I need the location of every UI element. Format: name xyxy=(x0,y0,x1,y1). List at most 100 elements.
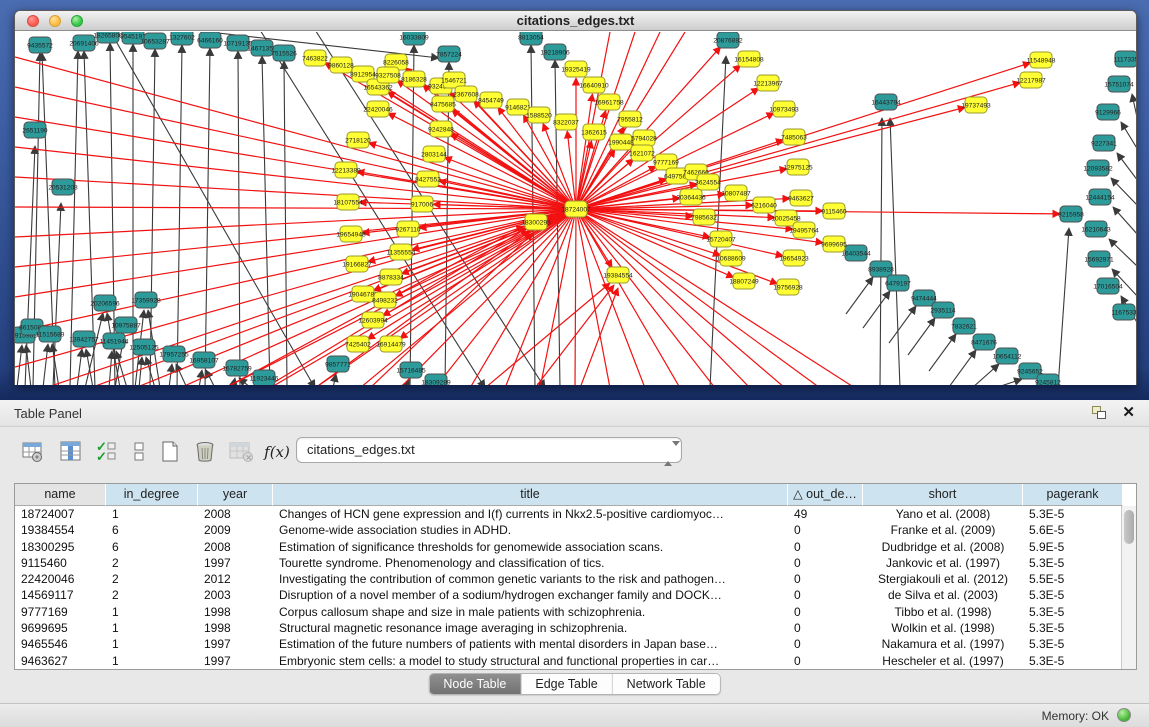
graph-node[interactable]: 16033809 xyxy=(399,32,429,45)
graph-node[interactable]: 2367608 xyxy=(453,86,479,102)
graph-node[interactable]: 7857224 xyxy=(436,46,462,62)
graph-node[interactable]: 2803144 xyxy=(421,146,447,162)
graph-node[interactable]: 16914479 xyxy=(376,336,406,352)
table-row[interactable]: 2242004622012Investigating the contribut… xyxy=(15,571,1136,587)
graph-node[interactable]: 3624554 xyxy=(695,174,721,190)
graph-node[interactable]: 12975125 xyxy=(783,159,813,175)
graph-node[interactable]: 6466160 xyxy=(197,32,223,48)
table-row[interactable]: 1830029562008Estimation of significance … xyxy=(15,539,1136,555)
graph-node[interactable]: 1117335 xyxy=(1114,51,1136,67)
graph-node[interactable]: 19654923 xyxy=(779,250,809,266)
graph-node[interactable]: 1621072 xyxy=(629,145,655,161)
graph-node[interactable]: 20876882 xyxy=(713,32,743,48)
graph-node[interactable]: 20364436 xyxy=(676,189,706,205)
graph-node[interactable]: 17957255 xyxy=(159,346,189,362)
column-header-short[interactable]: short xyxy=(863,484,1023,506)
graph-node[interactable]: 9463627 xyxy=(788,190,814,206)
graph-node[interactable]: 1167533 xyxy=(1111,304,1136,320)
graph-node[interactable]: 13942757 xyxy=(69,331,99,347)
graph-node[interactable]: 9435572 xyxy=(27,37,53,53)
select-rows-icon[interactable]: ✓✓ xyxy=(92,436,122,468)
graph-node[interactable]: 19495764 xyxy=(789,222,819,238)
graph-node[interactable]: 5794028 xyxy=(631,130,657,146)
graph-node[interactable]: 10973493 xyxy=(769,101,799,117)
graph-node[interactable]: 15720407 xyxy=(706,231,736,247)
table-row[interactable]: 969969511998Structural magnetic resonanc… xyxy=(15,620,1136,636)
graph-node[interactable]: 16154808 xyxy=(734,51,764,67)
graph-node[interactable]: 16782759 xyxy=(222,360,252,376)
graph-node[interactable]: 12217987 xyxy=(1016,72,1046,88)
graph-node[interactable]: 19756928 xyxy=(773,279,803,295)
graph-node[interactable]: 8186328 xyxy=(401,71,427,87)
table-row[interactable]: 946362711997Embryonic stem cells: a mode… xyxy=(15,653,1136,669)
graph-node[interactable]: 2935114 xyxy=(930,302,956,318)
graph-node[interactable]: 12093582 xyxy=(1083,160,1113,176)
graph-node[interactable]: 10807487 xyxy=(721,185,751,201)
graph-node[interactable]: 12213389 xyxy=(331,162,361,178)
graph-node[interactable]: 7955812 xyxy=(617,111,643,127)
table-row[interactable]: 911546021997Tourette syndrome. Phenomeno… xyxy=(15,555,1136,571)
graph-node[interactable]: 7832621 xyxy=(951,318,977,334)
graph-node[interactable]: 11355554 xyxy=(387,244,416,260)
graph-node[interactable]: 7463822 xyxy=(302,50,328,66)
graph-node[interactable]: 12444154 xyxy=(1085,189,1115,205)
graph-node[interactable]: 9699695 xyxy=(821,236,847,252)
network-canvas[interactable]: 9435572206914061826580095451911065328713… xyxy=(15,32,1136,385)
graph-node[interactable]: 1588520 xyxy=(526,107,552,123)
graph-node[interactable]: 8498232 xyxy=(372,292,398,308)
graph-node[interactable]: 8454749 xyxy=(478,92,504,108)
graph-node[interactable]: 2651190 xyxy=(22,122,48,138)
graph-node[interactable]: 15716485 xyxy=(396,362,426,378)
table-row[interactable]: 977716911998Corpus callosum shape and si… xyxy=(15,604,1136,620)
column-header-name[interactable]: name xyxy=(15,484,106,506)
graph-node[interactable]: 19325419 xyxy=(561,61,591,77)
table-row[interactable]: 1872400712008Changes of HCN gene express… xyxy=(15,506,1136,522)
column-header-title[interactable]: title xyxy=(273,484,788,506)
function-builder-icon[interactable]: f(x) xyxy=(262,436,292,468)
table-scrollbar-thumb[interactable] xyxy=(1124,510,1134,544)
column-header-pagerank[interactable]: pagerank xyxy=(1023,484,1123,506)
graph-node[interactable]: 9227341 xyxy=(1091,135,1117,151)
tab-edge-table[interactable]: Edge Table xyxy=(521,674,612,695)
graph-node[interactable]: 18309289 xyxy=(421,374,451,385)
new-table-icon[interactable] xyxy=(155,436,185,468)
graph-node[interactable]: 9242848 xyxy=(428,121,454,137)
graph-node[interactable]: 8878334 xyxy=(378,269,404,285)
graph-node[interactable]: 20531208 xyxy=(48,179,78,195)
graph-node[interactable]: 10975887 xyxy=(111,317,141,333)
graph-node[interactable]: 9327508 xyxy=(375,67,401,83)
graph-node[interactable]: 8427552 xyxy=(415,171,441,187)
graph-node[interactable]: 1362615 xyxy=(581,124,607,140)
graph-node[interactable]: 19384554 xyxy=(603,267,633,283)
graph-node[interactable]: 18265800 xyxy=(93,32,123,43)
column-header-out_de[interactable]: △ out_de… xyxy=(788,484,863,506)
graph-node[interactable]: 19737493 xyxy=(961,97,991,113)
graph-node[interactable]: 11451944 xyxy=(100,333,129,349)
graph-node[interactable]: 12505125 xyxy=(129,339,159,355)
graph-node[interactable]: 8322037 xyxy=(553,114,579,130)
graph-node[interactable]: 16443794 xyxy=(871,94,901,110)
graph-node[interactable]: 2718120 xyxy=(345,132,371,148)
delete-table-icon[interactable] xyxy=(190,436,220,468)
graph-node[interactable]: 16210643 xyxy=(1081,221,1111,237)
graph-node[interactable]: 18107554 xyxy=(333,194,363,210)
graph-node[interactable]: 19166827 xyxy=(342,256,372,272)
graph-node[interactable]: 1327602 xyxy=(169,32,195,45)
graph-node[interactable]: 11515689 xyxy=(36,326,65,342)
graph-node[interactable]: 11923446 xyxy=(250,370,279,385)
graph-node[interactable]: 6216040 xyxy=(751,197,777,213)
table-scrollbar[interactable] xyxy=(1121,506,1136,669)
column-select-icon[interactable] xyxy=(56,436,86,468)
graph-node[interactable]: 9857771 xyxy=(325,356,351,372)
graph-node[interactable]: 6479197 xyxy=(885,275,911,291)
close-panel-icon[interactable]: ✕ xyxy=(1122,403,1135,421)
graph-node[interactable]: 10688609 xyxy=(716,250,746,266)
graph-node[interactable]: 22420046 xyxy=(363,101,393,117)
graph-node[interactable]: 8215958 xyxy=(1058,206,1084,222)
graph-node[interactable]: 20206596 xyxy=(90,295,120,311)
graph-node[interactable]: 9245812 xyxy=(1035,374,1061,385)
graph-node[interactable]: 7985632 xyxy=(691,209,717,225)
graph-node[interactable]: 10653287 xyxy=(140,33,170,49)
table-row[interactable]: 1456911722003Disruption of a novel membe… xyxy=(15,587,1136,603)
graph-node[interactable]: 8475685 xyxy=(430,96,456,112)
